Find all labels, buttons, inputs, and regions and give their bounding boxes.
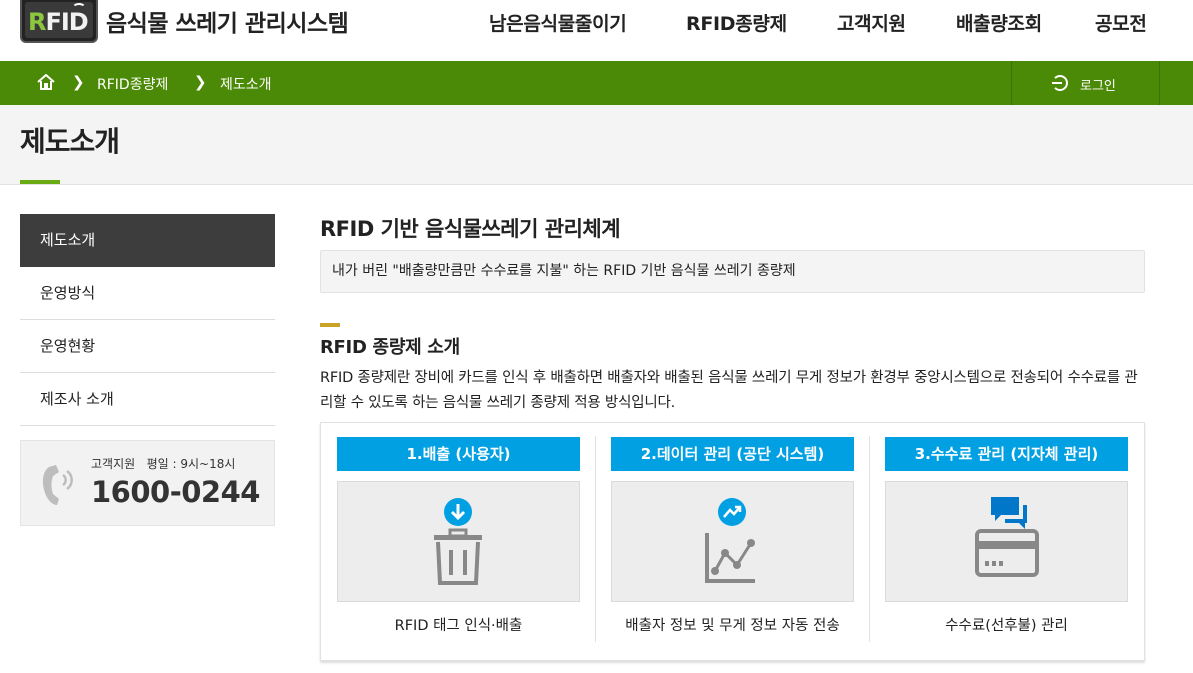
phone-icon [42,465,73,505]
site-title[interactable]: 음식물 쓰레기 관리시스템 [106,4,349,38]
chevron-right-icon: ❯ [194,73,207,91]
home-icon[interactable] [37,74,55,90]
chart-trend-icon [705,498,755,583]
nav-divider [1159,61,1160,105]
trash-download-icon [434,498,482,585]
login-arrow [1052,82,1062,84]
logo-text: RFID [28,8,89,36]
nav-item-emission-lookup[interactable]: 배출량조회 [956,9,1042,36]
nav-item-customer-support[interactable]: 고객지원 [837,9,906,36]
card-divider [869,436,870,642]
step-3-caption: 수수료(선후불) 관리 [945,618,1068,634]
summary-box: 내가 버린 "배출량만큼만 수수료를 지불" 하는 RFID 기반 음식물 쓰레… [320,250,1145,293]
sidebar-item-system-intro[interactable]: 제도소개 [20,214,275,267]
breadcrumb-rfid[interactable]: RFID종량제 [97,74,168,94]
card-divider [595,436,596,642]
sidebar-item-operation-method[interactable]: 운영방식 [20,267,275,320]
customer-service-hours: 고객지원 평일 : 9시~18시 [91,457,236,471]
nav-item-food-waste-reduction[interactable]: 남은음식물줄이기 [489,9,627,36]
chevron-right-icon: ❯ [72,73,85,91]
nav-item-rfid[interactable]: RFID종량제 [686,9,787,36]
login-button[interactable]: 로그인 [1080,75,1116,94]
step-1-label: 1.배출 (사용자) [337,437,580,471]
site-header: RFID 음식물 쓰레기 관리시스템 남은음식물줄이기 RFID종량제 고객지원… [0,0,1193,61]
page-title: 제도소개 [20,125,120,158]
sidebar-item-operation-status[interactable]: 운영현황 [20,320,275,373]
title-accent-bar [20,180,60,184]
breadcrumb-bar [0,61,1193,105]
customer-service-number[interactable]: 1600-0244 [91,475,260,509]
step-2-caption: 배출자 정보 및 무게 정보 자동 전송 [625,618,840,634]
sidebar-item-manufacturer[interactable]: 제조사 소개 [20,373,275,426]
page-title-band [0,105,1193,185]
section-heading: RFID 기반 음식물쓰레기 관리체계 [320,217,621,241]
subheading-accent [320,323,340,327]
nav-item-contest[interactable]: 공모전 [1095,9,1147,36]
description-text: RFID 종량제란 장비에 카드를 인식 후 배출하면 배출자와 배출된 음식물… [320,370,1138,411]
subheading: RFID 종량제 소개 [320,337,460,358]
breadcrumb-current[interactable]: 제도소개 [220,74,272,94]
step-3-label: 3.수수료 관리 (지자체 관리) [885,437,1128,471]
step-1-caption: RFID 태그 인식·배출 [394,618,523,634]
rfid-logo[interactable]: RFID [20,0,98,43]
nav-divider [1011,61,1012,105]
step-2-label: 2.데이터 관리 (공단 시스템) [611,437,854,471]
card-chat-icon [975,497,1039,577]
